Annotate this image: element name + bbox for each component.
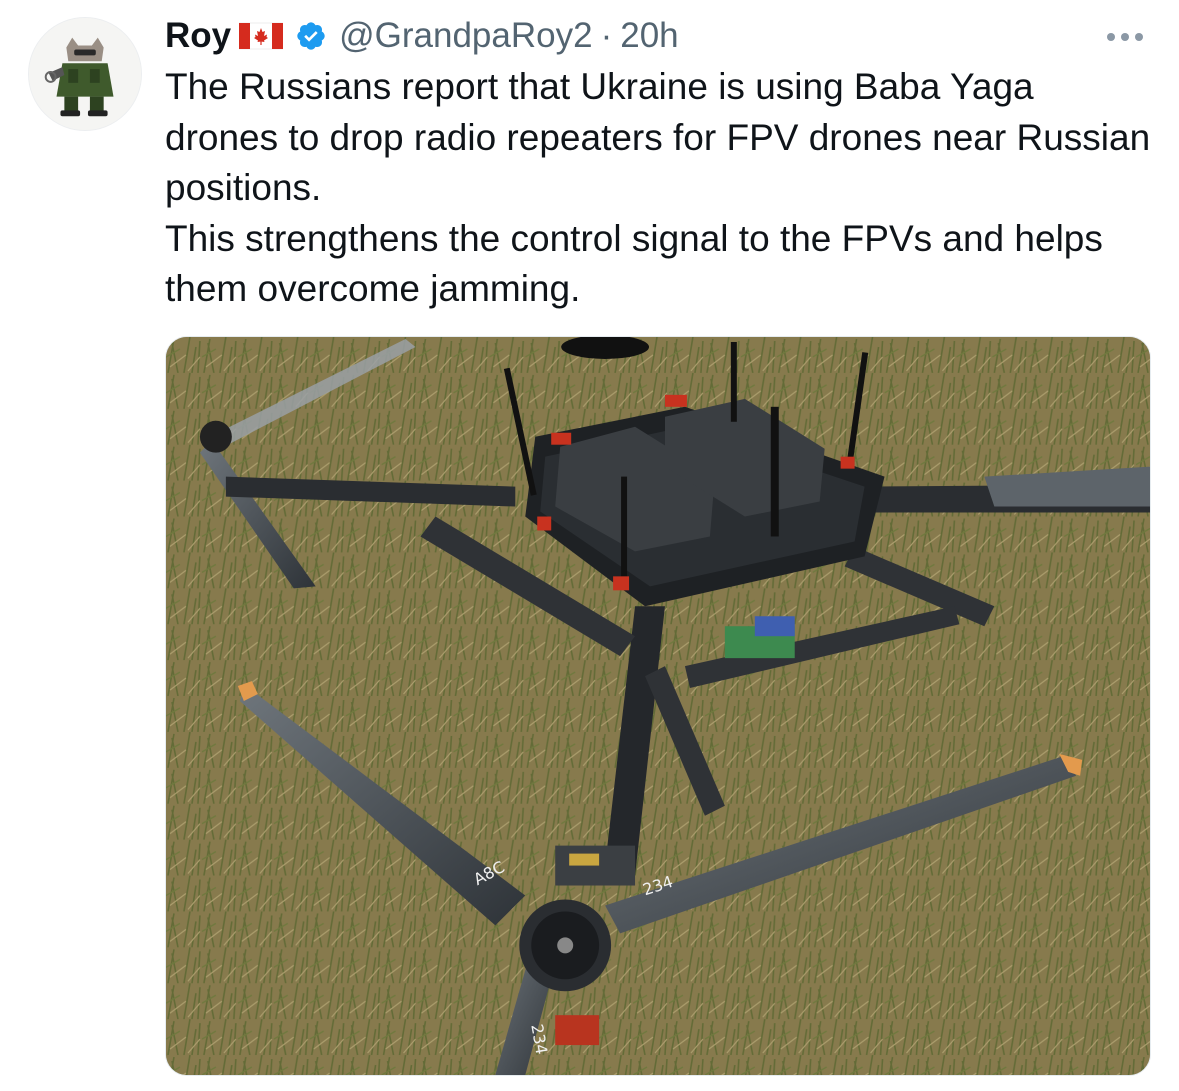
avatar[interactable] xyxy=(28,17,142,131)
more-options-icon[interactable] xyxy=(1101,22,1149,52)
verified-badge-icon[interactable] xyxy=(295,20,327,52)
tweet-text-line: This strengthens the control signal to t… xyxy=(165,217,1103,310)
tweet-photo[interactable]: A8C 234 234 xyxy=(165,336,1151,1076)
timestamp[interactable]: 20h xyxy=(620,16,678,56)
tweet: Roy @GrandpaRoy2 · 20h The Russians repo… xyxy=(0,0,1179,1091)
avatar-image xyxy=(29,18,141,130)
tweet-text-line: The Russians report that Ukraine is usin… xyxy=(165,66,1151,208)
canada-flag-icon xyxy=(239,21,284,51)
author-name[interactable]: Roy xyxy=(165,16,231,56)
author-handle[interactable]: @GrandpaRoy2 xyxy=(339,16,592,56)
tweet-text: The Russians report that Ukraine is usin… xyxy=(165,62,1155,315)
drone-photo: A8C 234 234 xyxy=(166,337,1150,1075)
tweet-header: Roy @GrandpaRoy2 · 20h xyxy=(165,10,1149,62)
separator-dot: · xyxy=(600,16,613,55)
